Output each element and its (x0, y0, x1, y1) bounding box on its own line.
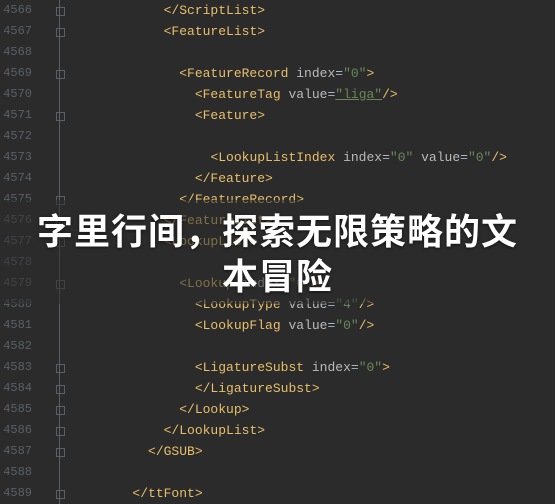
code-line[interactable]: </ttFont> (70, 483, 555, 504)
line-number: 4581 (0, 315, 32, 336)
line-number: 4566 (0, 0, 32, 21)
code-line[interactable]: </Lookup> (70, 399, 555, 420)
fold-guide (34, 42, 70, 63)
fold-guide (34, 84, 70, 105)
fold-guide (34, 168, 70, 189)
line-number: 4568 (0, 42, 32, 63)
fold-toggle[interactable] (34, 357, 70, 378)
line-number: 4570 (0, 84, 32, 105)
fold-toggle[interactable] (34, 0, 70, 21)
fold-guide (34, 462, 70, 483)
line-number: 4582 (0, 336, 32, 357)
line-number: 4584 (0, 378, 32, 399)
code-line[interactable]: <FeatureTag value="liga"/> (70, 84, 555, 105)
code-line[interactable]: <Feature> (70, 105, 555, 126)
code-line[interactable]: <FeatureRecord index="0"> (70, 63, 555, 84)
line-number: 4583 (0, 357, 32, 378)
code-line[interactable]: <LookupFlag value="0"/> (70, 315, 555, 336)
code-line[interactable] (70, 336, 555, 357)
line-number: 4572 (0, 126, 32, 147)
fold-toggle[interactable] (34, 63, 70, 84)
code-line[interactable] (70, 126, 555, 147)
headline-overlay: 字里行间，探索无限策略的文本冒险 (0, 200, 555, 304)
line-number: 4573 (0, 147, 32, 168)
line-number: 4586 (0, 420, 32, 441)
code-line[interactable] (70, 462, 555, 483)
fold-toggle[interactable] (34, 483, 70, 504)
fold-guide (34, 147, 70, 168)
line-number: 4589 (0, 483, 32, 504)
fold-toggle[interactable] (34, 378, 70, 399)
code-line[interactable]: </GSUB> (70, 441, 555, 462)
line-number: 4571 (0, 105, 32, 126)
fold-guide (34, 315, 70, 336)
line-number: 4585 (0, 399, 32, 420)
fold-toggle[interactable] (34, 21, 70, 42)
code-line[interactable]: <LookupListIndex index="0" value="0"/> (70, 147, 555, 168)
line-number: 4574 (0, 168, 32, 189)
fold-toggle[interactable] (34, 420, 70, 441)
fold-toggle[interactable] (34, 399, 70, 420)
fold-guide (34, 336, 70, 357)
code-line[interactable]: </LookupList> (70, 420, 555, 441)
line-number: 4567 (0, 21, 32, 42)
code-line[interactable]: <LigatureSubst index="0"> (70, 357, 555, 378)
line-number: 4587 (0, 441, 32, 462)
code-line[interactable]: <FeatureList> (70, 21, 555, 42)
line-number: 4588 (0, 462, 32, 483)
fold-toggle[interactable] (34, 105, 70, 126)
code-line[interactable]: </Feature> (70, 168, 555, 189)
headline-text: 字里行间，探索无限策略的文本冒险 (20, 207, 535, 297)
fold-guide (34, 126, 70, 147)
code-line[interactable]: </LigatureSubst> (70, 378, 555, 399)
code-line[interactable] (70, 42, 555, 63)
line-number: 4569 (0, 63, 32, 84)
fold-toggle[interactable] (34, 441, 70, 462)
code-line[interactable]: </ScriptList> (70, 0, 555, 21)
